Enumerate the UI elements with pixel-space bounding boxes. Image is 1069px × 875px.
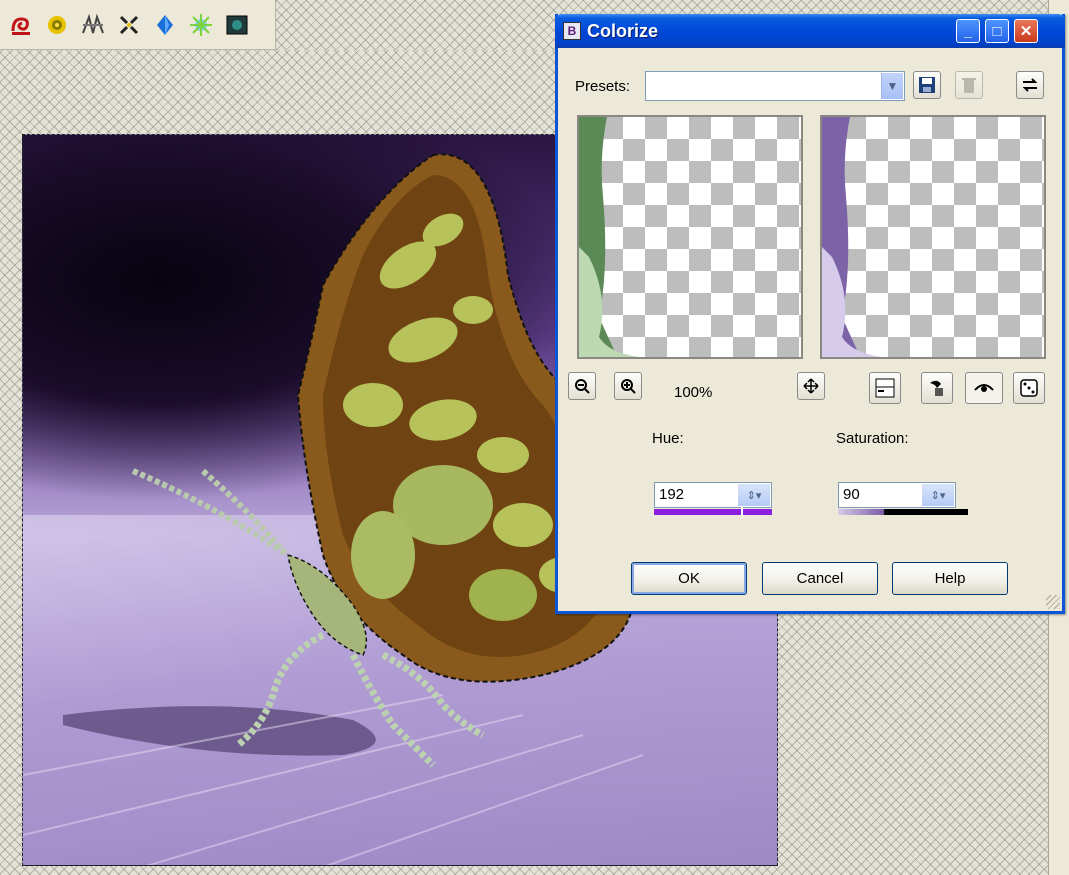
wand-hand-icon [930,380,943,396]
move-arrows-icon [803,378,819,394]
presets-dropdown[interactable]: ▼ [645,71,905,101]
saturation-input[interactable]: 90 ⇕▾ [838,482,956,508]
zoom-in-button[interactable] [614,372,642,400]
save-icon [919,77,935,93]
ok-button[interactable]: OK [631,562,747,595]
pattern-icon[interactable] [80,12,106,38]
after-preview-image [822,117,882,357]
dark-frame-icon[interactable] [224,12,250,38]
saturation-label: Saturation: [836,430,909,447]
hue-value: 192 [659,486,685,503]
sparkle-icon[interactable] [116,12,142,38]
pan-button[interactable] [797,372,825,400]
colorize-dialog: B Colorize _ □ ✕ Presets: ▼ 100% Hue: Sa… [555,14,1065,614]
hue-label: Hue: [652,430,684,447]
red-swirl-icon[interactable] [8,12,34,38]
randomize-button[interactable] [1013,372,1045,404]
starburst-icon[interactable] [188,12,214,38]
hue-spinner[interactable]: ⇕▾ [738,484,770,506]
effects-toolbar [0,0,276,50]
dialog-title: Colorize [587,20,659,41]
blue-gem-icon[interactable] [152,12,178,38]
chevron-down-icon[interactable]: ▼ [881,73,903,99]
close-button[interactable]: ✕ [1014,19,1038,43]
delete-preset-button[interactable] [955,71,983,99]
before-preview[interactable] [577,115,803,359]
auto-proof-button[interactable] [965,372,1003,404]
magnifier-plus-icon [621,379,636,394]
trash-icon [962,78,976,93]
layout-toggle-button[interactable] [869,372,901,404]
butterfly-antenna-left [131,468,290,558]
hue-input[interactable]: 192 ⇕▾ [654,482,772,508]
reset-arrows-icon [1022,78,1038,92]
dialog-titlebar[interactable]: B Colorize _ □ ✕ [555,14,1065,48]
hue-slider[interactable] [654,509,772,515]
saturation-slider[interactable] [838,509,968,515]
yellow-ring-icon[interactable] [44,12,70,38]
reset-button[interactable] [1016,71,1044,99]
zoom-out-button[interactable] [568,372,596,400]
after-preview[interactable] [820,115,1046,359]
cancel-button[interactable]: Cancel [762,562,878,595]
hue-slider-marker[interactable] [741,507,743,517]
app-icon: B [563,22,581,40]
resize-grip[interactable] [1046,595,1060,609]
maximize-button[interactable]: □ [985,19,1009,43]
saturation-spinner[interactable]: ⇕▾ [922,484,954,506]
before-preview-image [579,117,639,357]
minimize-button[interactable]: _ [956,19,980,43]
dice-icon [1020,379,1038,397]
save-preset-button[interactable] [913,71,941,99]
eye-icon [974,384,994,392]
help-button[interactable]: Help [892,562,1008,595]
presets-label: Presets: [575,78,631,95]
saturation-value: 90 [843,486,860,503]
magnifier-minus-icon [575,379,590,394]
proof-button[interactable] [921,372,953,404]
zoom-level: 100% [674,384,713,401]
butterfly-shadow [63,706,376,756]
split-view-icon [875,378,895,398]
